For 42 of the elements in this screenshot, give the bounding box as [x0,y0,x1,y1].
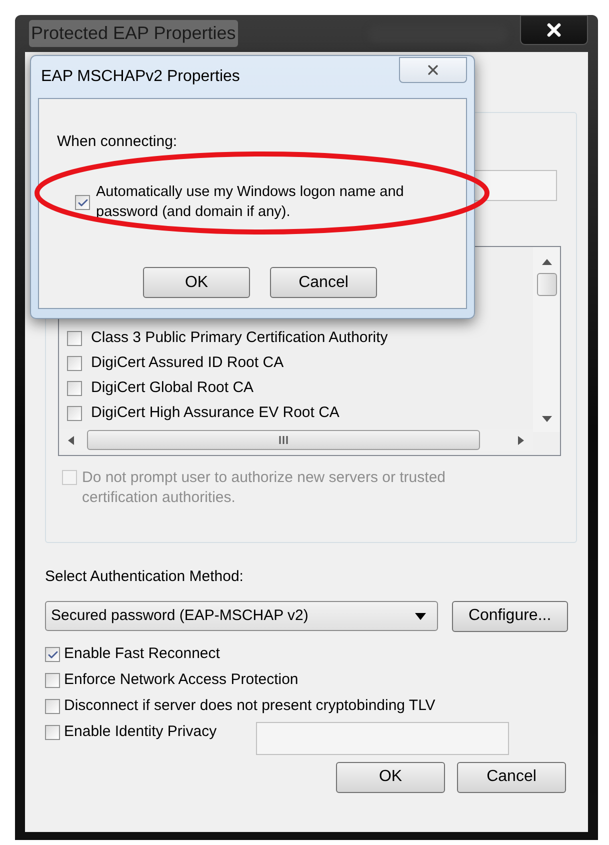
vertical-scrollbar[interactable] [533,247,560,432]
method-dropdown[interactable]: Secured password (EAP-MSCHAP v2) [45,601,438,631]
checkbox[interactable] [45,673,60,688]
dropdown-value: Secured password (EAP-MSCHAP v2) [51,606,308,626]
checkbox[interactable] [75,195,90,210]
option-label: Enable Fast Reconnect [64,644,220,664]
checkbox[interactable] [45,725,60,740]
window-title: Protected EAP Properties [29,20,238,47]
certificate-label: Class 3 Public Primary Certification Authority [91,328,388,348]
grip-icon [279,436,288,444]
checkbox[interactable] [67,356,82,371]
checkbox[interactable] [67,381,82,396]
section-label: Select Authentication Method: [45,567,244,587]
checkbox[interactable] [67,406,82,421]
option-label: Disconnect if server does not present cryptobinding TLV [64,696,436,716]
checkbox[interactable] [45,647,60,662]
checkbox-label: Automatically use my Windows logon name and password (and domain if any). [96,182,405,222]
checkbox[interactable] [45,699,60,714]
identity-field[interactable] [256,722,509,755]
checkbox[interactable] [67,331,82,346]
close-icon [425,62,441,78]
up-arrow-icon [542,259,552,265]
cancel-button[interactable]: Cancel [270,267,377,298]
option-label: Enforce Network Access Protection [64,670,298,690]
dialog-heading: When connecting: [57,132,178,152]
scrollbar-thumb[interactable] [87,430,480,450]
certificate-label: DigiCert Global Root CA [91,378,254,398]
check-icon [76,196,88,208]
certificate-label: DigiCert Assured ID Root CA [91,353,284,374]
ok-button[interactable]: OK [143,267,250,298]
certificate-label: DigiCert High Assurance EV Root CA [91,403,340,424]
close-button[interactable] [520,14,588,44]
checkbox-label: Do not prompt user to authorize new servers or trusted certification authorities. [82,468,447,508]
down-arrow-icon [542,416,552,422]
option-label: Enable Identity Privacy [64,722,218,742]
ok-button[interactable]: OK [336,762,445,792]
dropdown-caret-icon [414,612,426,620]
scrollbar-thumb[interactable] [536,273,556,296]
check-icon [46,648,58,660]
configure-button[interactable]: Configure... [452,600,568,632]
dialog-title: EAP MSCHAPv2 Properties [41,67,240,87]
cancel-button[interactable]: Cancel [457,762,566,792]
